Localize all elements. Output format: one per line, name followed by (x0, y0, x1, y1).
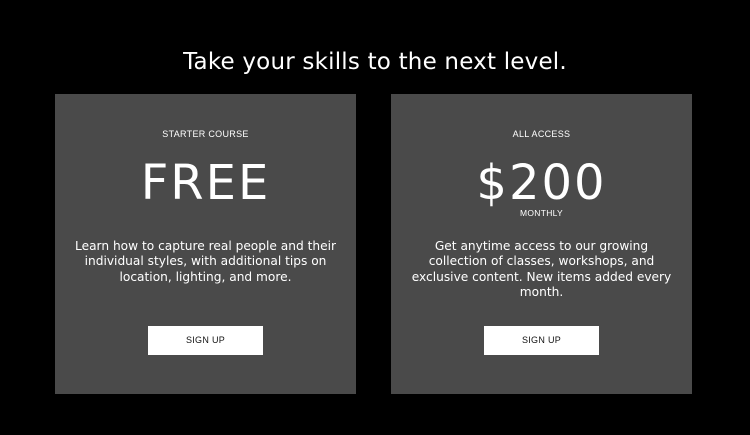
plan-price: FREE (140, 155, 271, 211)
page-headline: Take your skills to the next level. (183, 49, 567, 76)
sign-up-button-starter[interactable]: SIGN UP (148, 326, 263, 355)
plan-eyebrow-label: ALL ACCESS (512, 129, 571, 139)
plan-eyebrow-label: STARTER COURSE (162, 129, 249, 139)
plan-description: Get anytime access to our growing collec… (411, 239, 672, 300)
plan-price: $200 (476, 155, 607, 211)
plan-description: Learn how to capture real people and the… (75, 239, 336, 284)
plan-billing-period: MONTHLY (519, 208, 564, 218)
plan-card-all-access: ALL ACCESS $200 MONTHLY Get anytime acce… (391, 94, 692, 394)
plan-card-starter: STARTER COURSE FREE Learn how to capture… (55, 94, 356, 394)
sign-up-button-all-access[interactable]: SIGN UP (484, 326, 599, 355)
